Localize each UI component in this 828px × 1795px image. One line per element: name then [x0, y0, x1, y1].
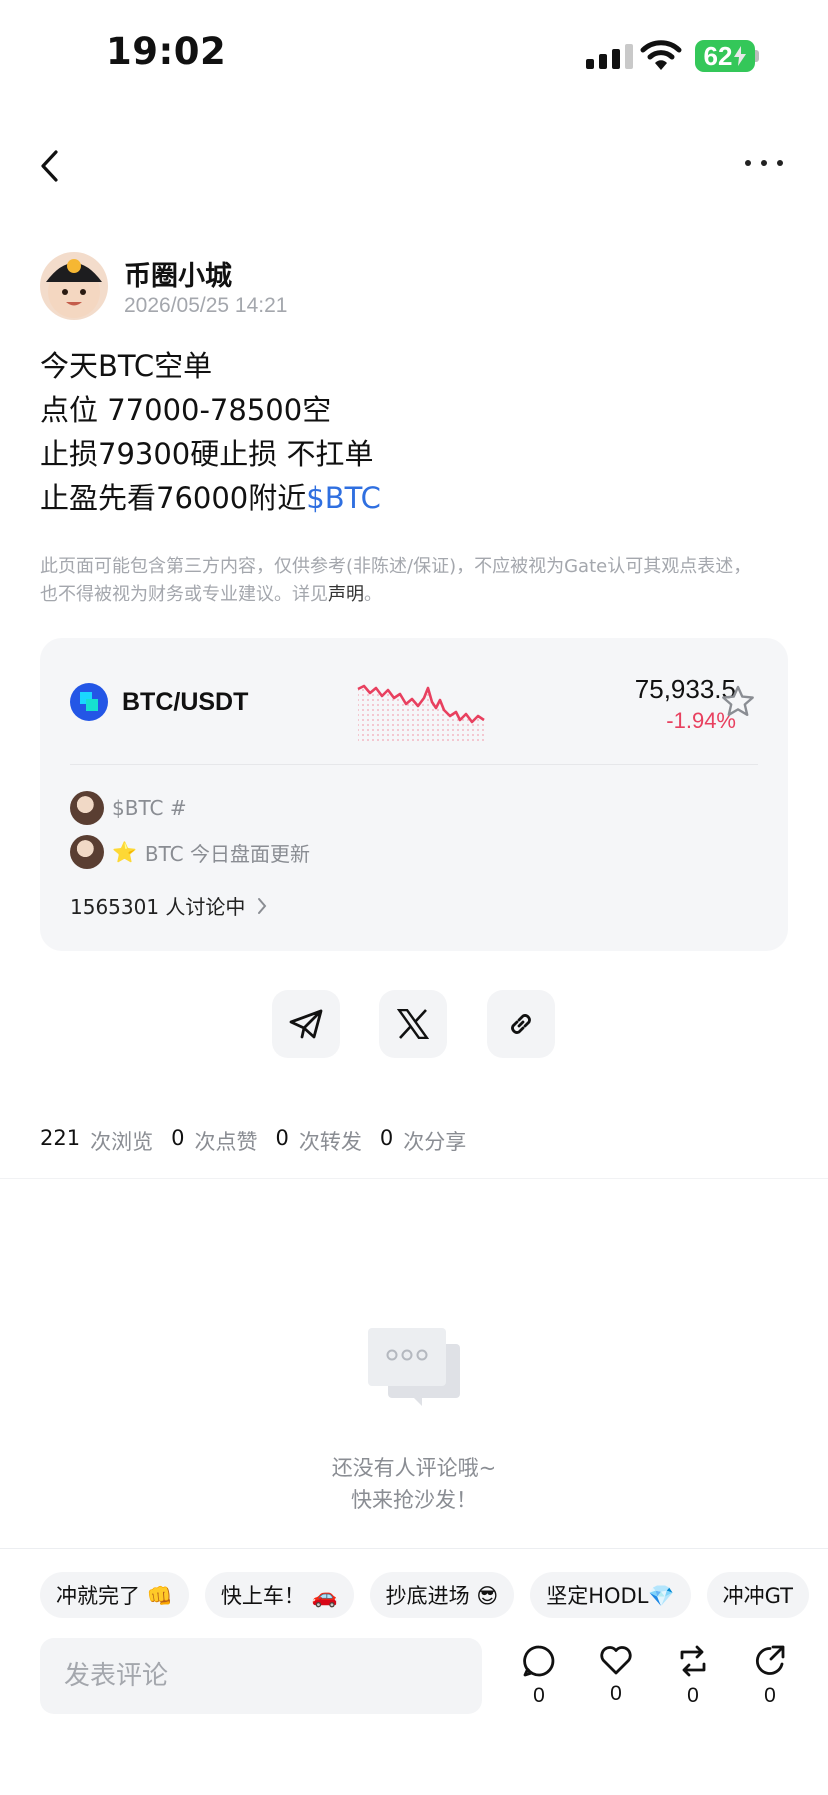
discussion-count: 1565301 人讨论中 [70, 895, 246, 919]
quick-reply-chip[interactable]: 抄底进场 😎 [369, 1572, 515, 1618]
repost-icon [680, 1645, 706, 1677]
comment-input[interactable] [40, 1638, 482, 1714]
like-count: 0 [610, 1682, 622, 1705]
author-avatar[interactable] [40, 252, 108, 320]
empty-comments-text: 还没有人评论哦~ [331, 1456, 497, 1480]
post-line: 止损79300硬止损 不扛单 [40, 437, 374, 471]
empty-comments-subtext: 快来抢沙发！ [351, 1488, 477, 1512]
telegram-icon [289, 1009, 323, 1039]
last-price: 75,933.5 [634, 674, 736, 704]
post-timestamp: 2026/05/25 14:21 [124, 294, 288, 317]
comment-count: 0 [533, 1684, 545, 1707]
post-line: 止盈先看76000附近$BTC [40, 476, 381, 520]
reposts-label: 次转发 [298, 1130, 362, 1154]
chevron-right-icon [258, 897, 267, 914]
views-label: 次浏览 [90, 1130, 154, 1154]
disclaimer: 此页面可能包含第三方内容，仅供参考(非陈述/保证)，不应被视为Gate认可其观点… [40, 553, 760, 609]
post-stats: 221 次浏览 0 次点赞 0 次转发 0 次分享 [40, 1126, 484, 1156]
post-line-text: 止盈先看76000附近 [40, 481, 307, 515]
quick-reply-chip[interactable]: 坚定HODL💎 [530, 1572, 691, 1618]
battery-indicator: 62 [695, 40, 755, 72]
disclaimer-text: 此页面可能包含第三方内容，仅供参考(非陈述/保证)，不应被视为Gate认可其观点… [40, 556, 752, 605]
comment-action[interactable]: 0 [509, 1644, 569, 1708]
topic-text: $BTC # [112, 796, 187, 820]
statement-link[interactable]: 声明 [328, 584, 364, 605]
post-line: 点位 77000-78500空 [40, 393, 332, 427]
star-emoji-icon: ⭐ [112, 840, 137, 864]
discussion-count-link[interactable]: 1565301 人讨论中 [70, 891, 267, 920]
likes-label: 次点赞 [194, 1130, 258, 1154]
more-options-button[interactable] [745, 160, 783, 166]
share-count: 0 [764, 1684, 776, 1707]
reposts-count: 0 [275, 1126, 289, 1150]
views-count: 221 [40, 1126, 81, 1150]
repost-count: 0 [687, 1684, 699, 1707]
share-action[interactable]: 0 [740, 1644, 800, 1708]
share-x-button[interactable] [379, 990, 447, 1058]
author-name[interactable]: 币圈小城 [124, 254, 232, 293]
like-action[interactable]: 0 [586, 1644, 646, 1706]
topic-avatar [70, 791, 104, 825]
status-time: 19:02 [106, 30, 227, 73]
empty-comments-icon [368, 1328, 460, 1406]
quick-reply-chips: 冲就完了 👊 快上车！ 🚗 抄底进场 😎 坚定HODL💎 冲冲GT [40, 1572, 809, 1618]
bottom-bar-divider [0, 1548, 828, 1549]
quick-reply-chip[interactable]: 快上车！ 🚗 [204, 1572, 354, 1618]
like-icon [600, 1646, 632, 1675]
charging-bolt-icon [734, 46, 747, 66]
back-button[interactable] [34, 146, 70, 186]
card-divider [70, 764, 758, 765]
topic-text: BTC 今日盘面更新 [144, 841, 310, 866]
favorite-star-icon[interactable] [720, 684, 756, 720]
link-icon [511, 1014, 531, 1034]
battery-cap [755, 50, 759, 62]
topic-item[interactable]: ⭐ BTC 今日盘面更新 [70, 835, 310, 869]
shares-label: 次分享 [403, 1130, 467, 1154]
share-icon [755, 1645, 785, 1675]
coin-logo-icon [70, 683, 108, 721]
topic-avatar [70, 835, 104, 869]
repost-action[interactable]: 0 [663, 1644, 723, 1708]
quick-reply-chip[interactable]: 冲就完了 👊 [40, 1572, 189, 1618]
trading-pair: BTC/USDT [122, 688, 249, 716]
price-sparkline [357, 684, 485, 744]
wifi-icon [640, 40, 682, 70]
section-divider [0, 1178, 828, 1179]
copy-link-button[interactable] [487, 990, 555, 1058]
market-card[interactable]: BTC/USDT 75,933.5 -1.94% $BTC # ⭐ BTC 今日… [40, 638, 788, 951]
shares-count: 0 [379, 1126, 394, 1150]
post-line: 今天BTC空单 [40, 349, 213, 383]
share-telegram-button[interactable] [272, 990, 340, 1058]
post-content: 今天BTC空单 点位 77000-78500空 止损79300硬止损 不扛单 止… [40, 344, 381, 520]
price-change: -1.94% [666, 708, 736, 733]
topic-item[interactable]: $BTC # [70, 791, 187, 825]
quick-reply-chip[interactable]: 冲冲GT [706, 1572, 809, 1618]
x-icon [397, 1009, 429, 1039]
disclaimer-end: 。 [364, 584, 382, 605]
likes-count: 0 [171, 1126, 185, 1150]
comment-icon [523, 1645, 555, 1677]
cellular-signal-icon [586, 44, 633, 69]
btc-cashtag-link[interactable]: $BTC [306, 481, 381, 515]
